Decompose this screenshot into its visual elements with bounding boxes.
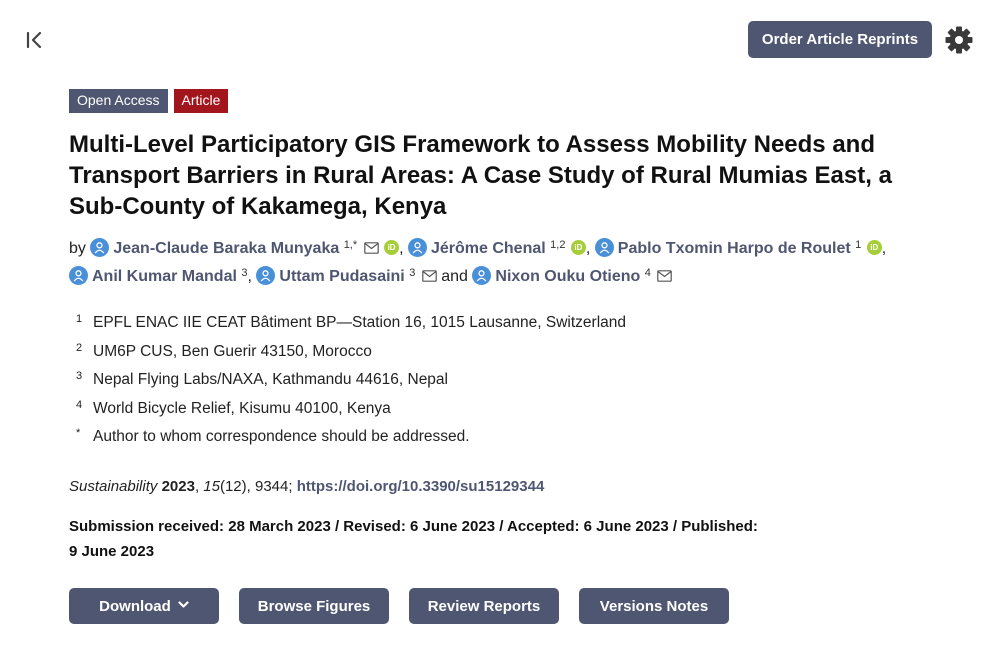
author-affiliation-mark: 1,* xyxy=(343,239,358,251)
doi-link[interactable]: https://doi.org/10.3390/su15129344 xyxy=(297,478,545,495)
affiliation-mark: 3 xyxy=(76,370,83,383)
author-name[interactable]: Jérôme Chenal xyxy=(431,240,546,257)
mail-icon[interactable] xyxy=(657,270,673,282)
affiliation-list: 1 EPFL ENAC IIE CEAT Bâtiment BP—Station … xyxy=(76,305,626,448)
orcid-icon[interactable]: iD xyxy=(866,240,882,255)
orcid-icon[interactable]: iD xyxy=(384,240,400,255)
article-type-badge: Article xyxy=(173,89,229,113)
author-avatar-icon xyxy=(407,238,427,257)
author-list: by Jean-Claude Baraka Munyaka 1,* iD, Jé… xyxy=(69,233,949,289)
open-access-badge[interactable]: Open Access xyxy=(69,89,168,113)
author-avatar-icon xyxy=(472,266,492,285)
author-name[interactable]: Pablo Txomin Harpo de Roulet xyxy=(618,240,851,257)
collapse-sidebar-icon[interactable] xyxy=(22,28,48,52)
author-separator: , xyxy=(247,268,252,285)
affiliation-text: UM6P CUS, Ben Guerir 43150, Morocco xyxy=(93,342,372,360)
affiliation-item: 4 World Bicycle Relief, Kisumu 40100, Ken… xyxy=(76,391,626,420)
author-separator: , xyxy=(399,240,404,257)
author-affiliation-mark: 1,2 xyxy=(550,239,566,251)
affiliation-mark: 4 xyxy=(76,398,83,411)
author-avatar-icon xyxy=(256,266,276,285)
article-actions: Download Browse Figures Review Reports V… xyxy=(69,588,749,624)
affiliation-text: World Bicycle Relief, Kisumu 40100, Keny… xyxy=(93,399,391,417)
gear-icon[interactable] xyxy=(944,25,974,55)
affiliation-mark: * xyxy=(76,427,81,440)
author-affiliation-mark: 1 xyxy=(855,239,862,251)
order-reprints-button[interactable]: Order Article Reprints xyxy=(748,21,932,58)
mail-icon[interactable] xyxy=(421,270,437,282)
download-button[interactable]: Download xyxy=(69,588,219,624)
review-reports-button[interactable]: Review Reports xyxy=(409,588,559,624)
affiliation-mark: 2 xyxy=(76,341,83,354)
author-name[interactable]: Nixon Ouku Otieno xyxy=(495,268,640,285)
affiliation-mark: 1 xyxy=(76,313,83,325)
journal-name: Sustainability xyxy=(69,478,158,495)
author-name[interactable]: Jean-Claude Baraka Munyaka xyxy=(113,240,339,257)
mail-icon[interactable] xyxy=(363,242,379,254)
author-avatar-icon xyxy=(90,238,110,257)
versions-notes-button[interactable]: Versions Notes xyxy=(579,588,729,624)
affiliation-item: * Author to whom correspondence should be… xyxy=(76,419,626,448)
affiliation-item: 1 EPFL ENAC IIE CEAT Bâtiment BP—Station … xyxy=(76,305,626,334)
citation: Sustainability 2023, 15(12), 9344; https… xyxy=(69,478,544,495)
author-conjunction: and xyxy=(441,268,468,285)
author-avatar-icon xyxy=(69,266,88,285)
author-name[interactable]: Anil Kumar Mandal xyxy=(92,268,237,285)
affiliation-text: EPFL ENAC IIE CEAT Bâtiment BP—Station 1… xyxy=(93,314,627,331)
author-name[interactable]: Uttam Pudasaini xyxy=(279,268,404,285)
article-badges: Open Access Article xyxy=(69,89,229,113)
affiliation-text: Nepal Flying Labs/NAXA, Kathmandu 44616,… xyxy=(93,371,448,389)
download-label: Download xyxy=(99,597,171,615)
chevron-down-icon xyxy=(178,600,189,608)
orcid-icon[interactable]: iD xyxy=(570,240,586,255)
affiliation-text: Author to whom correspondence should be … xyxy=(93,428,470,446)
author-separator: , xyxy=(585,240,591,257)
citation-issue-pages: (12), 9344; xyxy=(219,478,297,495)
author-affiliation-mark: 4 xyxy=(644,267,651,279)
citation-year: 2023 xyxy=(161,478,195,495)
author-avatar-icon xyxy=(594,238,614,257)
citation-volume: 15 xyxy=(203,478,220,495)
browse-figures-button[interactable]: Browse Figures xyxy=(239,588,389,624)
publication-dates: Submission received: 28 March 2023 / Rev… xyxy=(69,518,758,560)
affiliation-item: 2 UM6P CUS, Ben Guerir 43150, Morocco xyxy=(76,334,626,363)
author-separator: , xyxy=(881,240,887,257)
affiliation-item: 3 Nepal Flying Labs/NAXA, Kathmandu 44616… xyxy=(76,362,626,391)
by-prefix: by xyxy=(69,240,86,257)
article-title: Multi-Level Participatory GIS Framework … xyxy=(69,131,892,220)
author-affiliation-mark: 3 xyxy=(409,267,416,279)
